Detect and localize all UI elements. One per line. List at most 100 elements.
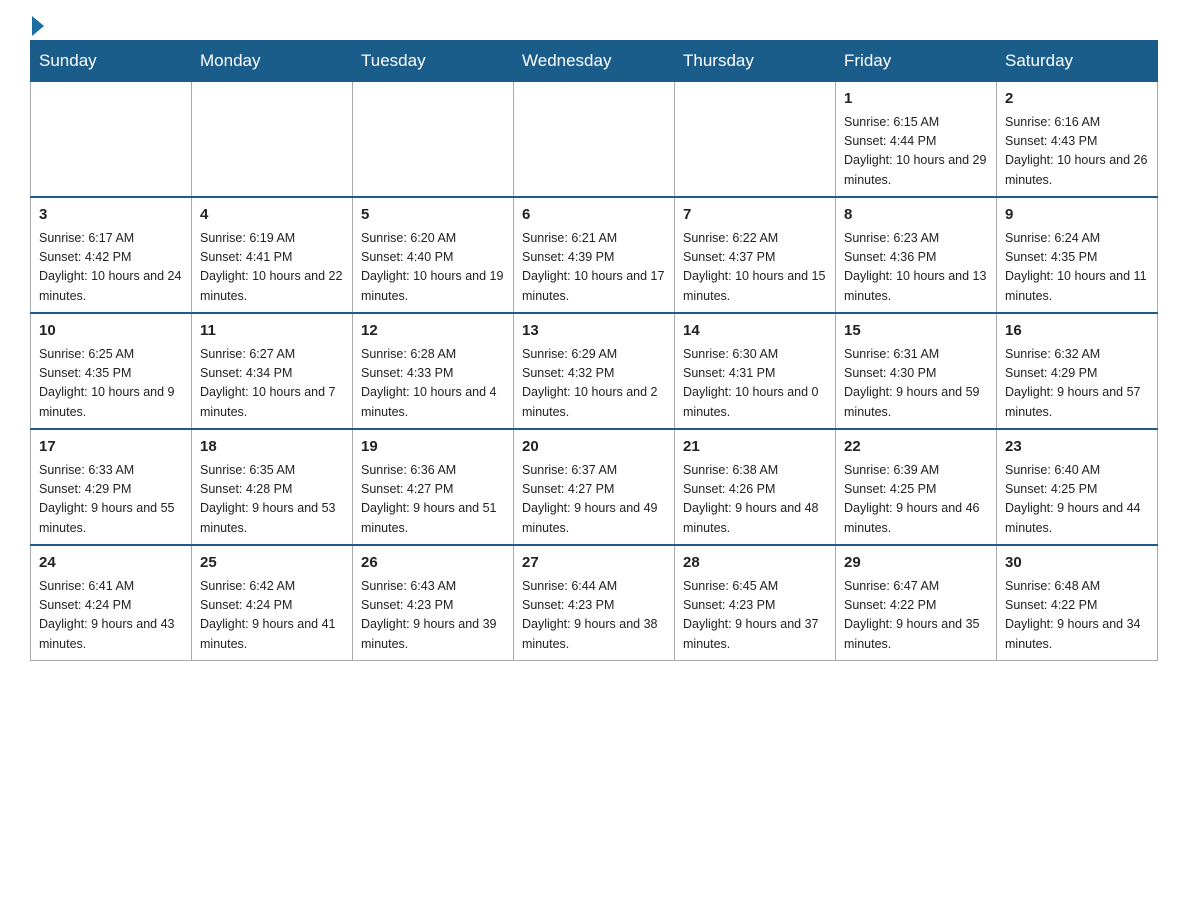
calendar-cell [192,82,353,198]
day-info: Sunrise: 6:20 AMSunset: 4:40 PMDaylight:… [361,229,505,307]
day-number: 16 [1005,320,1149,343]
day-info: Sunrise: 6:35 AMSunset: 4:28 PMDaylight:… [200,461,344,539]
calendar-cell: 24Sunrise: 6:41 AMSunset: 4:24 PMDayligh… [31,545,192,661]
day-number: 13 [522,320,666,343]
weekday-header-friday: Friday [836,41,997,82]
calendar-cell [514,82,675,198]
day-info: Sunrise: 6:24 AMSunset: 4:35 PMDaylight:… [1005,229,1149,307]
day-number: 9 [1005,204,1149,227]
day-number: 20 [522,436,666,459]
day-number: 19 [361,436,505,459]
day-info: Sunrise: 6:30 AMSunset: 4:31 PMDaylight:… [683,345,827,423]
weekday-header-monday: Monday [192,41,353,82]
calendar-week-row: 17Sunrise: 6:33 AMSunset: 4:29 PMDayligh… [31,429,1158,545]
day-number: 4 [200,204,344,227]
day-info: Sunrise: 6:22 AMSunset: 4:37 PMDaylight:… [683,229,827,307]
calendar-cell [675,82,836,198]
calendar-cell: 1Sunrise: 6:15 AMSunset: 4:44 PMDaylight… [836,82,997,198]
day-info: Sunrise: 6:32 AMSunset: 4:29 PMDaylight:… [1005,345,1149,423]
calendar-cell: 7Sunrise: 6:22 AMSunset: 4:37 PMDaylight… [675,197,836,313]
day-info: Sunrise: 6:43 AMSunset: 4:23 PMDaylight:… [361,577,505,655]
day-info: Sunrise: 6:17 AMSunset: 4:42 PMDaylight:… [39,229,183,307]
day-info: Sunrise: 6:23 AMSunset: 4:36 PMDaylight:… [844,229,988,307]
day-number: 18 [200,436,344,459]
day-number: 28 [683,552,827,575]
day-info: Sunrise: 6:29 AMSunset: 4:32 PMDaylight:… [522,345,666,423]
day-info: Sunrise: 6:39 AMSunset: 4:25 PMDaylight:… [844,461,988,539]
day-number: 30 [1005,552,1149,575]
day-number: 21 [683,436,827,459]
day-number: 22 [844,436,988,459]
day-number: 27 [522,552,666,575]
day-number: 3 [39,204,183,227]
calendar-week-row: 10Sunrise: 6:25 AMSunset: 4:35 PMDayligh… [31,313,1158,429]
weekday-header-thursday: Thursday [675,41,836,82]
day-number: 12 [361,320,505,343]
day-info: Sunrise: 6:38 AMSunset: 4:26 PMDaylight:… [683,461,827,539]
calendar-cell: 11Sunrise: 6:27 AMSunset: 4:34 PMDayligh… [192,313,353,429]
calendar-cell: 2Sunrise: 6:16 AMSunset: 4:43 PMDaylight… [997,82,1158,198]
day-info: Sunrise: 6:25 AMSunset: 4:35 PMDaylight:… [39,345,183,423]
day-number: 7 [683,204,827,227]
day-number: 11 [200,320,344,343]
calendar-table: SundayMondayTuesdayWednesdayThursdayFrid… [30,40,1158,661]
day-info: Sunrise: 6:28 AMSunset: 4:33 PMDaylight:… [361,345,505,423]
weekday-header-tuesday: Tuesday [353,41,514,82]
calendar-week-row: 24Sunrise: 6:41 AMSunset: 4:24 PMDayligh… [31,545,1158,661]
calendar-cell: 6Sunrise: 6:21 AMSunset: 4:39 PMDaylight… [514,197,675,313]
day-number: 8 [844,204,988,227]
weekday-header-saturday: Saturday [997,41,1158,82]
day-info: Sunrise: 6:36 AMSunset: 4:27 PMDaylight:… [361,461,505,539]
calendar-cell: 10Sunrise: 6:25 AMSunset: 4:35 PMDayligh… [31,313,192,429]
logo-arrow-icon [32,16,44,36]
day-info: Sunrise: 6:31 AMSunset: 4:30 PMDaylight:… [844,345,988,423]
day-info: Sunrise: 6:33 AMSunset: 4:29 PMDaylight:… [39,461,183,539]
calendar-cell: 26Sunrise: 6:43 AMSunset: 4:23 PMDayligh… [353,545,514,661]
calendar-cell: 27Sunrise: 6:44 AMSunset: 4:23 PMDayligh… [514,545,675,661]
weekday-header-wednesday: Wednesday [514,41,675,82]
calendar-cell: 23Sunrise: 6:40 AMSunset: 4:25 PMDayligh… [997,429,1158,545]
day-number: 23 [1005,436,1149,459]
day-number: 29 [844,552,988,575]
calendar-cell: 9Sunrise: 6:24 AMSunset: 4:35 PMDaylight… [997,197,1158,313]
day-info: Sunrise: 6:41 AMSunset: 4:24 PMDaylight:… [39,577,183,655]
calendar-cell: 20Sunrise: 6:37 AMSunset: 4:27 PMDayligh… [514,429,675,545]
calendar-week-row: 3Sunrise: 6:17 AMSunset: 4:42 PMDaylight… [31,197,1158,313]
calendar-cell: 12Sunrise: 6:28 AMSunset: 4:33 PMDayligh… [353,313,514,429]
day-number: 1 [844,88,988,111]
day-info: Sunrise: 6:40 AMSunset: 4:25 PMDaylight:… [1005,461,1149,539]
calendar-cell: 28Sunrise: 6:45 AMSunset: 4:23 PMDayligh… [675,545,836,661]
calendar-cell: 25Sunrise: 6:42 AMSunset: 4:24 PMDayligh… [192,545,353,661]
day-info: Sunrise: 6:48 AMSunset: 4:22 PMDaylight:… [1005,577,1149,655]
day-number: 14 [683,320,827,343]
day-info: Sunrise: 6:16 AMSunset: 4:43 PMDaylight:… [1005,113,1149,191]
day-number: 2 [1005,88,1149,111]
day-info: Sunrise: 6:15 AMSunset: 4:44 PMDaylight:… [844,113,988,191]
day-info: Sunrise: 6:21 AMSunset: 4:39 PMDaylight:… [522,229,666,307]
day-number: 17 [39,436,183,459]
day-number: 5 [361,204,505,227]
day-info: Sunrise: 6:42 AMSunset: 4:24 PMDaylight:… [200,577,344,655]
calendar-cell: 3Sunrise: 6:17 AMSunset: 4:42 PMDaylight… [31,197,192,313]
day-info: Sunrise: 6:47 AMSunset: 4:22 PMDaylight:… [844,577,988,655]
calendar-cell: 19Sunrise: 6:36 AMSunset: 4:27 PMDayligh… [353,429,514,545]
day-info: Sunrise: 6:27 AMSunset: 4:34 PMDaylight:… [200,345,344,423]
day-number: 15 [844,320,988,343]
calendar-cell: 17Sunrise: 6:33 AMSunset: 4:29 PMDayligh… [31,429,192,545]
calendar-cell [353,82,514,198]
calendar-week-row: 1Sunrise: 6:15 AMSunset: 4:44 PMDaylight… [31,82,1158,198]
logo [30,20,46,30]
calendar-cell: 30Sunrise: 6:48 AMSunset: 4:22 PMDayligh… [997,545,1158,661]
day-number: 25 [200,552,344,575]
day-info: Sunrise: 6:37 AMSunset: 4:27 PMDaylight:… [522,461,666,539]
calendar-cell: 15Sunrise: 6:31 AMSunset: 4:30 PMDayligh… [836,313,997,429]
calendar-cell: 22Sunrise: 6:39 AMSunset: 4:25 PMDayligh… [836,429,997,545]
day-number: 24 [39,552,183,575]
calendar-cell: 18Sunrise: 6:35 AMSunset: 4:28 PMDayligh… [192,429,353,545]
calendar-cell [31,82,192,198]
day-number: 6 [522,204,666,227]
calendar-cell: 5Sunrise: 6:20 AMSunset: 4:40 PMDaylight… [353,197,514,313]
calendar-cell: 29Sunrise: 6:47 AMSunset: 4:22 PMDayligh… [836,545,997,661]
calendar-cell: 8Sunrise: 6:23 AMSunset: 4:36 PMDaylight… [836,197,997,313]
calendar-cell: 16Sunrise: 6:32 AMSunset: 4:29 PMDayligh… [997,313,1158,429]
